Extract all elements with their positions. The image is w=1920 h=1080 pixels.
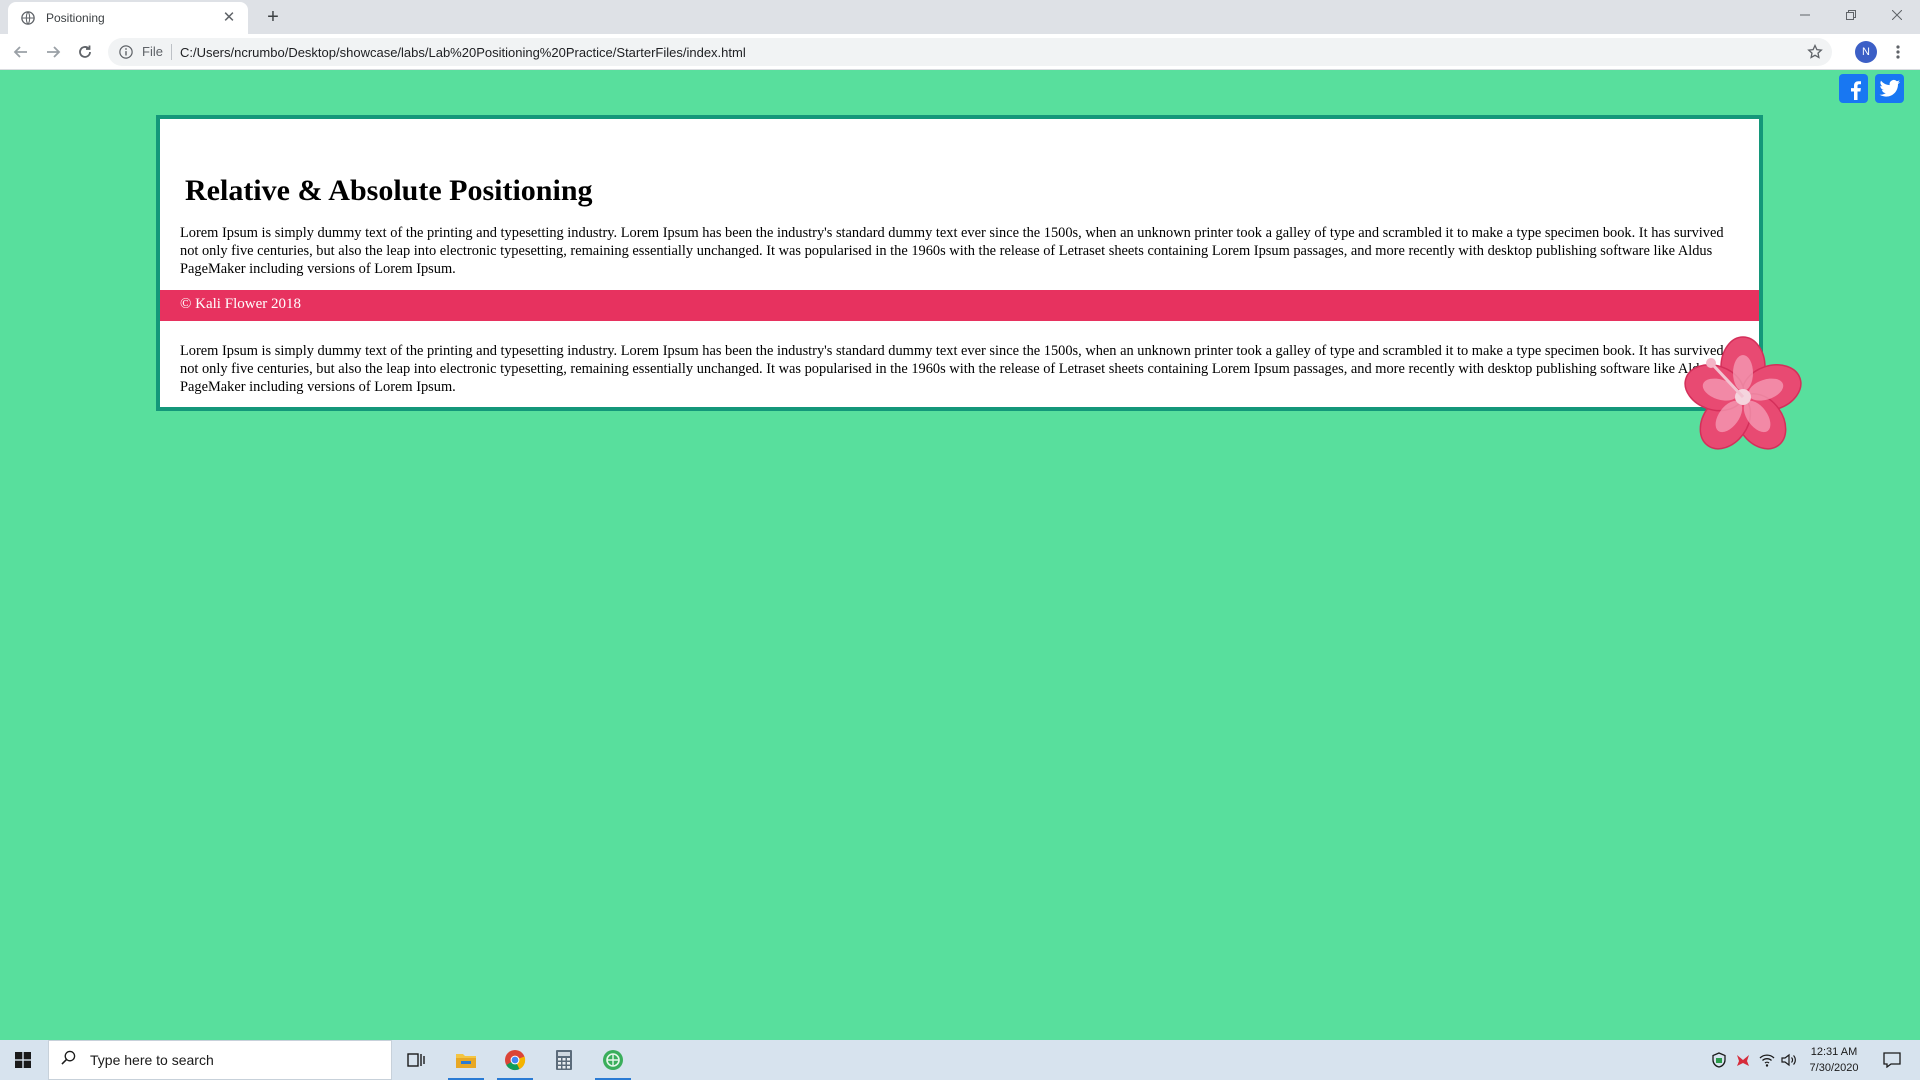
close-tab-icon[interactable]: ✕	[220, 9, 238, 27]
page-title: Relative & Absolute Positioning	[185, 174, 593, 207]
windows-start-icon[interactable]	[0, 1040, 46, 1080]
task-view-icon[interactable]	[394, 1040, 438, 1080]
tray-app-icon[interactable]	[1732, 1040, 1754, 1080]
clock-date: 7/30/2020	[1809, 1062, 1859, 1074]
intro-paragraph: Lorem Ipsum is simply dummy text of the …	[180, 225, 1724, 277]
browser-toolbar: File C:/Users/ncrumbo/Desktop/showcase/l…	[0, 34, 1920, 70]
calculator-icon[interactable]	[542, 1040, 586, 1080]
new-tab-button[interactable]: +	[260, 5, 286, 31]
address-bar[interactable]: File C:/Users/ncrumbo/Desktop/showcase/l…	[108, 38, 1832, 66]
file-explorer-icon[interactable]	[444, 1040, 488, 1080]
more-menu-icon[interactable]	[1888, 41, 1908, 63]
search-placeholder: Type here to search	[90, 1052, 214, 1068]
profile-avatar[interactable]: N	[1855, 41, 1877, 63]
hibiscus-flower-icon	[1678, 332, 1808, 462]
browser-tab-strip: Positioning ✕ +	[0, 0, 1920, 34]
taskbar: Type here to search 12:31 AM 7/30/2020	[0, 1040, 1920, 1080]
app-icon[interactable]	[591, 1040, 635, 1080]
second-paragraph: Lorem Ipsum is simply dummy text of the …	[180, 343, 1724, 395]
facebook-icon[interactable]	[1839, 74, 1868, 103]
restore-icon[interactable]	[1828, 0, 1874, 30]
chrome-icon[interactable]	[493, 1040, 537, 1080]
info-icon[interactable]	[118, 44, 134, 60]
taskbar-search-input[interactable]: Type here to search	[48, 1040, 392, 1080]
clock-time: 12:31 AM	[1810, 1046, 1858, 1058]
bookmark-star-icon[interactable]	[1806, 43, 1824, 61]
volume-icon[interactable]	[1778, 1040, 1800, 1080]
search-icon	[61, 1050, 76, 1070]
close-window-icon[interactable]	[1874, 0, 1920, 30]
network-icon[interactable]	[1756, 1040, 1778, 1080]
page-viewport: Relative & Absolute Positioning Lorem Ip…	[0, 70, 1920, 1040]
security-shield-icon[interactable]	[1708, 1040, 1730, 1080]
system-clock[interactable]: 12:31 AM 7/30/2020	[1800, 1044, 1868, 1076]
tab-title: Positioning	[46, 11, 105, 25]
url-scheme-label: File	[142, 44, 172, 60]
url-text[interactable]: C:/Users/ncrumbo/Desktop/showcase/labs/L…	[180, 45, 746, 60]
reload-icon[interactable]	[73, 40, 97, 64]
forward-arrow-icon[interactable]	[41, 40, 65, 64]
globe-icon	[20, 10, 36, 26]
content-card: Relative & Absolute Positioning Lorem Ip…	[156, 115, 1763, 411]
back-arrow-icon[interactable]	[9, 40, 33, 64]
window-controls	[1782, 0, 1920, 30]
notification-icon[interactable]	[1870, 1040, 1914, 1080]
twitter-icon[interactable]	[1875, 74, 1904, 103]
minimize-icon[interactable]	[1782, 0, 1828, 30]
browser-tab[interactable]: Positioning ✕	[8, 2, 248, 34]
footer-bar: © Kali Flower 2018	[160, 290, 1759, 321]
copyright-text: © Kali Flower 2018	[180, 296, 301, 312]
